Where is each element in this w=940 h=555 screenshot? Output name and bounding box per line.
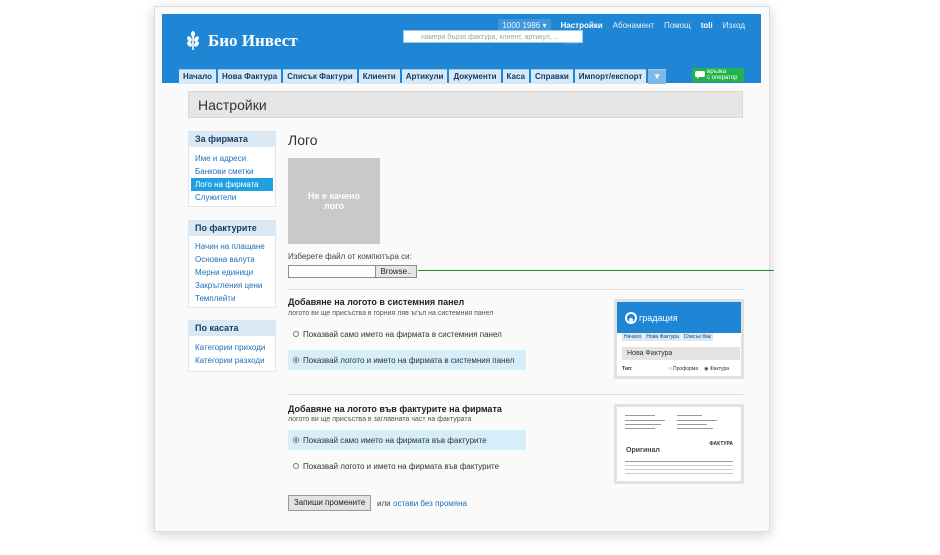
cancel-link[interactable]: остави без промяна bbox=[393, 499, 467, 508]
sidebar-item-names-addresses[interactable]: Име и адреси bbox=[189, 152, 275, 165]
panel-preview-image: градация Начало Нова Фактура Списък Фак … bbox=[614, 299, 744, 379]
account-number: 1000 1986 bbox=[502, 21, 541, 30]
tab-reports[interactable]: Справки bbox=[530, 69, 573, 84]
invoice-section-title: Добавяне на логото във фактурите на фирм… bbox=[288, 404, 502, 414]
sidebar-item-price-rounding[interactable]: Закръгления цени bbox=[189, 279, 275, 292]
tab-documents[interactable]: Документи bbox=[449, 69, 501, 84]
logo-placeholder: Не е качено лого bbox=[288, 158, 380, 244]
page-title: Настройки bbox=[188, 91, 743, 118]
preview-tab: Нова Фактура bbox=[644, 333, 681, 341]
sidebar-invoices-header: По фактурите bbox=[189, 221, 275, 236]
preview-invoice-heading: ФАКТУРА bbox=[709, 441, 733, 447]
tab-more-dropdown[interactable]: ▼ bbox=[648, 69, 667, 84]
panel-section-subtitle: логото ви ще присъства в горния ляв ъгъл… bbox=[288, 310, 494, 317]
help-link[interactable]: Помощ bbox=[664, 21, 691, 30]
panel-section-title: Добавяне на логото в системния панел bbox=[288, 297, 465, 307]
divider bbox=[288, 289, 743, 290]
option-label: Показвай само името на фирмата в системн… bbox=[303, 329, 502, 339]
chat-bubble-icon bbox=[695, 71, 705, 79]
panel-option-logo-and-name[interactable]: Показвай логото и името на фирмата в сис… bbox=[288, 350, 526, 370]
invoice-option-name-only[interactable]: Показвай само името на фирмата във факту… bbox=[288, 430, 526, 450]
annotation-line bbox=[418, 270, 774, 271]
sidebar-company: За фирмата Име и адреси Банкови сметки Л… bbox=[188, 131, 276, 207]
sidebar-item-payment-method[interactable]: Начин на плащане bbox=[189, 240, 275, 253]
tab-home[interactable]: Начало bbox=[179, 69, 216, 84]
sidebar-item-base-currency[interactable]: Основна валута bbox=[189, 253, 275, 266]
invoice-preview-image: ФАКТУРА Оригинал bbox=[614, 404, 744, 484]
sidebar-cash: По касата Категории приходи Категории ра… bbox=[188, 320, 276, 372]
radio-button-selected[interactable] bbox=[293, 437, 299, 443]
sidebar-item-employees[interactable]: Служители bbox=[189, 191, 275, 204]
no-logo-text: Не е качено лого bbox=[308, 191, 360, 211]
preview-brand: градация bbox=[625, 312, 678, 324]
radio-button[interactable] bbox=[293, 463, 299, 469]
option-label: Показвай логото и името на фирмата във ф… bbox=[303, 461, 500, 471]
tab-new-invoice[interactable]: Нова Фактура bbox=[217, 69, 282, 84]
preview-tab: Списък Фак bbox=[681, 333, 713, 341]
panel-option-name-only[interactable]: Показвай само името на фирмата в системн… bbox=[288, 324, 526, 344]
app-logo[interactable]: Био Инвест bbox=[182, 30, 298, 52]
search-input[interactable]: намери бързо фактура, клиент, артикул, .… bbox=[403, 30, 583, 43]
invoice-section-subtitle: логото ви ще присъства в заглавната част… bbox=[288, 416, 472, 423]
brand-circle-icon bbox=[625, 312, 637, 324]
preview-bar: Нова Фактура bbox=[622, 347, 740, 360]
main-tabs: Начало Нова Фактура Списък Фактури Клиен… bbox=[179, 69, 667, 84]
radio-button[interactable] bbox=[293, 331, 299, 337]
sidebar-item-units[interactable]: Мерни единици bbox=[189, 266, 275, 279]
sidebar-company-header: За фирмата bbox=[189, 132, 275, 147]
app-title: Био Инвест bbox=[208, 31, 298, 50]
file-path-input[interactable] bbox=[288, 265, 376, 278]
sidebar-item-templates[interactable]: Темплейти bbox=[189, 292, 275, 305]
tab-clients[interactable]: Клиенти bbox=[358, 69, 400, 84]
tab-invoice-list[interactable]: Списък Фактури bbox=[283, 69, 357, 84]
radio-button-selected[interactable] bbox=[293, 357, 299, 363]
tab-articles[interactable]: Артикули bbox=[401, 69, 448, 84]
save-button[interactable]: Запиши промените bbox=[288, 495, 371, 511]
preview-tab: Начало bbox=[622, 333, 644, 341]
option-label: Показвай логото и името на фирмата в сис… bbox=[303, 355, 515, 365]
logout-link[interactable]: Изход bbox=[723, 21, 745, 30]
sidebar-item-bank-accounts[interactable]: Банкови сметки bbox=[189, 165, 275, 178]
sidebar-item-expense-categories[interactable]: Категории разходи bbox=[189, 354, 275, 367]
invoice-option-logo-and-name[interactable]: Показвай логото и името на фирмата във ф… bbox=[288, 456, 526, 476]
user-name[interactable]: toli bbox=[701, 21, 713, 30]
or-text: или bbox=[377, 499, 391, 508]
chat-line-2: с оператор bbox=[707, 75, 738, 81]
preview-row: Тип: ○ Проформа ◉ Фактура bbox=[622, 366, 730, 372]
file-label: Изберете файл от компютъра си: bbox=[288, 252, 412, 261]
settings-link[interactable]: Настройки bbox=[561, 21, 603, 30]
sidebar-item-income-categories[interactable]: Категории приходи bbox=[189, 341, 275, 354]
option-label: Показвай само името на фирмата във факту… bbox=[303, 435, 487, 445]
sidebar-item-company-logo[interactable]: Лого на фирмата bbox=[191, 178, 273, 191]
divider bbox=[288, 394, 743, 395]
subscription-link[interactable]: Абонамент bbox=[613, 21, 654, 30]
sidebar-cash-header: По касата bbox=[189, 321, 275, 336]
tab-cash[interactable]: Каса bbox=[502, 69, 529, 84]
operator-chat-button[interactable]: връзка с оператор bbox=[692, 68, 744, 82]
wheat-logo-icon bbox=[187, 31, 199, 50]
sidebar-invoices: По фактурите Начин на плащане Основна ва… bbox=[188, 220, 276, 308]
section-heading: Лого bbox=[288, 132, 318, 148]
browse-button[interactable]: Browse.. bbox=[375, 265, 417, 278]
tab-import-export[interactable]: Импорт/експорт bbox=[574, 69, 647, 84]
preview-invoice-original: Оригинал bbox=[626, 447, 660, 454]
